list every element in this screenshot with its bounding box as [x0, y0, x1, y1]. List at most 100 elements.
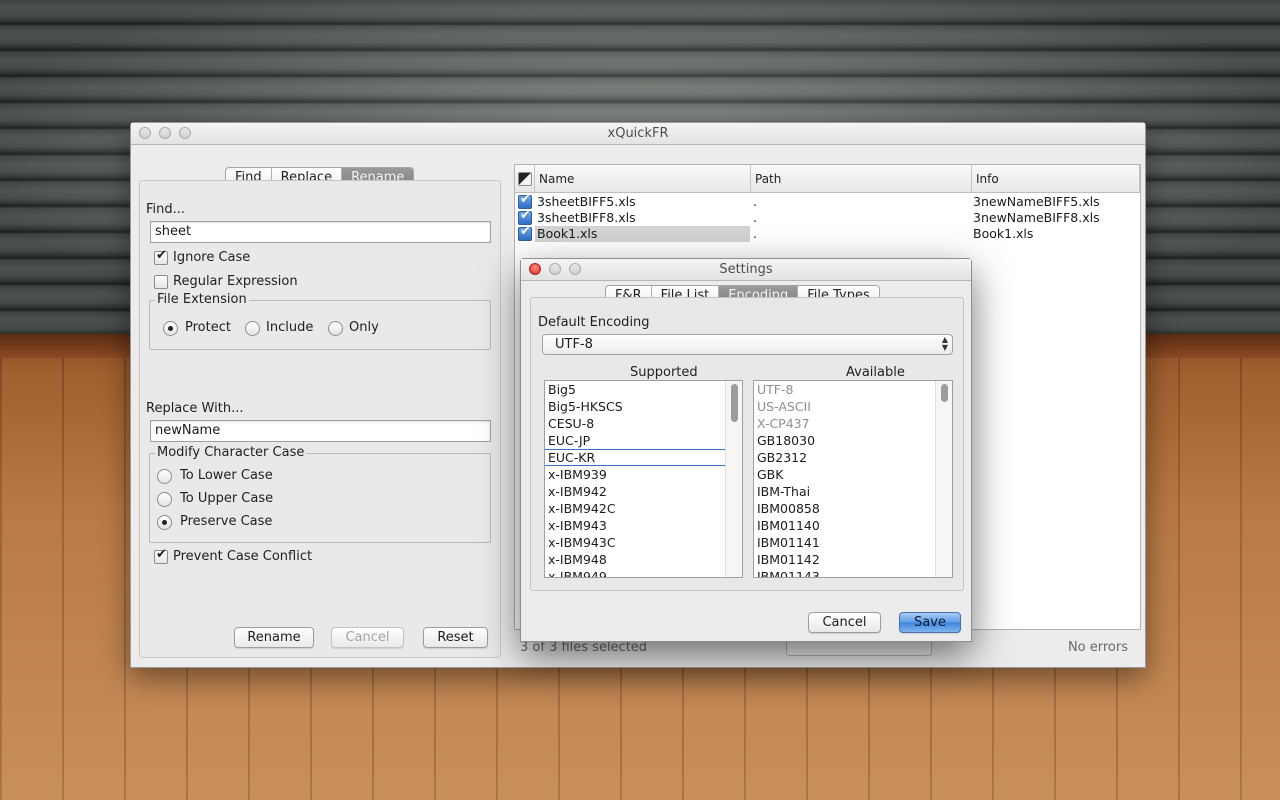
default-encoding-select[interactable]: UTF-8 ▲ ▼: [542, 334, 953, 355]
close-window-button[interactable]: [139, 127, 151, 139]
reset-button[interactable]: Reset: [423, 627, 488, 648]
available-scrollbar[interactable]: [935, 381, 952, 577]
row-checkbox[interactable]: [518, 224, 532, 241]
default-encoding-value: UTF-8: [555, 337, 593, 352]
prevent-case-conflict-checkbox[interactable]: [154, 547, 168, 564]
find-input[interactable]: sheet: [150, 221, 491, 243]
dialog-zoom-button[interactable]: [569, 263, 581, 275]
select-arrows-icon: ▲ ▼: [941, 335, 948, 352]
supported-items: Big5 Big5-HKSCS CESU-8 EUC-JP EUC-KR x-IBM939…: [545, 381, 742, 577]
settings-title: Settings: [719, 262, 773, 277]
protect-label: Protect: [185, 320, 231, 335]
only-radio[interactable]: [328, 321, 343, 336]
supported-encodings-list[interactable]: Big5 Big5-HKSCS CESU-8 EUC-JP EUC-KR x-IBM939…: [544, 380, 743, 578]
to-upper-case-label: To Upper Case: [180, 491, 274, 506]
protect-radio[interactable]: [163, 321, 178, 336]
to-lower-case-label: To Lower Case: [180, 468, 273, 483]
row-path: .: [753, 194, 757, 209]
settings-titlebar[interactable]: Settings: [521, 259, 971, 281]
row-checkbox[interactable]: [518, 208, 532, 225]
supported-encoding-item[interactable]: x-IBM942: [545, 483, 742, 500]
supported-encoding-item[interactable]: x-IBM948: [545, 551, 742, 568]
available-encoding-item[interactable]: IBM01141: [754, 534, 952, 551]
available-label: Available: [846, 365, 905, 380]
supported-encoding-item[interactable]: Big5: [545, 381, 742, 398]
table-row[interactable]: 3sheetBIFF5.xls . 3newNameBIFF5.xls: [515, 192, 1140, 210]
available-encodings-list[interactable]: UTF-8 US-ASCII X-CP437 GB18030 GB2312 GBK IBM-…: [753, 380, 953, 578]
dialog-cancel-button[interactable]: Cancel: [808, 612, 881, 633]
cancel-button[interactable]: Cancel: [331, 627, 404, 648]
row-info: Book1.xls: [973, 226, 1034, 241]
settings-dialog: Settings F&R File List Encoding File Typ…: [520, 258, 972, 642]
file-extension-title: File Extension: [155, 292, 249, 307]
include-radio[interactable]: [245, 321, 260, 336]
available-encoding-item[interactable]: GB18030: [754, 432, 952, 449]
supported-encoding-item[interactable]: x-IBM943C: [545, 534, 742, 551]
column-path-header[interactable]: Path: [751, 165, 972, 193]
available-scroll-thumb[interactable]: [941, 384, 948, 402]
ignore-case-checkbox[interactable]: [154, 248, 168, 265]
file-table-header: Name Path Info: [515, 165, 1140, 193]
supported-encoding-item[interactable]: x-IBM942C: [545, 500, 742, 517]
available-encoding-item[interactable]: UTF-8: [754, 381, 952, 398]
supported-encoding-item[interactable]: EUC-JP: [545, 432, 742, 449]
row-info: 3newNameBIFF5.xls: [973, 194, 1100, 209]
column-name-header[interactable]: Name: [535, 165, 751, 193]
prevent-case-conflict-label: Prevent Case Conflict: [173, 549, 313, 564]
available-encoding-item[interactable]: GB2312: [754, 449, 952, 466]
supported-encoding-item[interactable]: x-IBM949: [545, 568, 742, 577]
table-row[interactable]: 3sheetBIFF8.xls . 3newNameBIFF8.xls: [515, 208, 1140, 226]
supported-scrollbar[interactable]: [725, 381, 742, 577]
supported-encoding-item[interactable]: x-IBM939: [545, 466, 742, 483]
supported-encoding-item[interactable]: x-IBM943: [545, 517, 742, 534]
dialog-close-button[interactable]: [529, 263, 541, 275]
table-row[interactable]: Book1.xls . Book1.xls: [515, 224, 1140, 242]
window-title: xQuickFR: [607, 126, 669, 141]
include-label: Include: [266, 320, 314, 335]
supported-scroll-thumb[interactable]: [731, 384, 738, 422]
available-encoding-item[interactable]: IBM01140: [754, 517, 952, 534]
to-upper-case-radio[interactable]: [157, 492, 172, 507]
select-all-checkbox[interactable]: [518, 172, 532, 186]
row-name: 3sheetBIFF8.xls: [537, 210, 636, 225]
row-path: .: [753, 226, 757, 241]
preserve-case-radio[interactable]: [157, 515, 172, 530]
column-info-header[interactable]: Info: [972, 165, 1140, 193]
supported-label: Supported: [630, 365, 698, 380]
file-extension-group: File Extension Protect Include Only: [149, 292, 491, 350]
window-controls: [139, 127, 191, 139]
available-encoding-item[interactable]: IBM01143: [754, 568, 952, 577]
available-encoding-item[interactable]: US-ASCII: [754, 398, 952, 415]
selection-status: 3 of 3 files selected: [520, 640, 648, 655]
available-encoding-item[interactable]: IBM01142: [754, 551, 952, 568]
modify-case-title: Modify Character Case: [155, 445, 307, 460]
rename-button[interactable]: Rename: [234, 627, 314, 648]
minimize-window-button[interactable]: [159, 127, 171, 139]
modify-case-group: Modify Character Case To Lower Case To U…: [149, 445, 491, 543]
to-lower-case-radio[interactable]: [157, 469, 172, 484]
select-all-header[interactable]: [515, 165, 535, 193]
regular-expression-checkbox[interactable]: [154, 275, 168, 289]
find-label: Find...: [146, 202, 186, 217]
ignore-case-label: Ignore Case: [173, 250, 251, 265]
row-path: .: [753, 210, 757, 225]
available-encoding-item[interactable]: IBM-Thai: [754, 483, 952, 500]
supported-encoding-item[interactable]: CESU-8: [545, 415, 742, 432]
only-label: Only: [349, 320, 379, 335]
main-titlebar[interactable]: xQuickFR: [131, 123, 1145, 145]
default-encoding-label: Default Encoding: [538, 315, 650, 330]
dialog-window-controls: [529, 263, 581, 275]
replace-with-input[interactable]: newName: [150, 420, 491, 442]
zoom-window-button[interactable]: [179, 127, 191, 139]
error-status: No errors: [1067, 640, 1128, 655]
supported-encoding-item[interactable]: Big5-HKSCS: [545, 398, 742, 415]
dialog-minimize-button[interactable]: [549, 263, 561, 275]
available-encoding-item[interactable]: X-CP437: [754, 415, 952, 432]
supported-encoding-item[interactable]: EUC-KR: [545, 449, 742, 466]
available-encoding-item[interactable]: GBK: [754, 466, 952, 483]
row-checkbox[interactable]: [518, 192, 532, 209]
dialog-save-button[interactable]: Save: [899, 612, 961, 633]
preserve-case-label: Preserve Case: [180, 514, 273, 529]
row-name: Book1.xls: [535, 226, 750, 242]
available-encoding-item[interactable]: IBM00858: [754, 500, 952, 517]
